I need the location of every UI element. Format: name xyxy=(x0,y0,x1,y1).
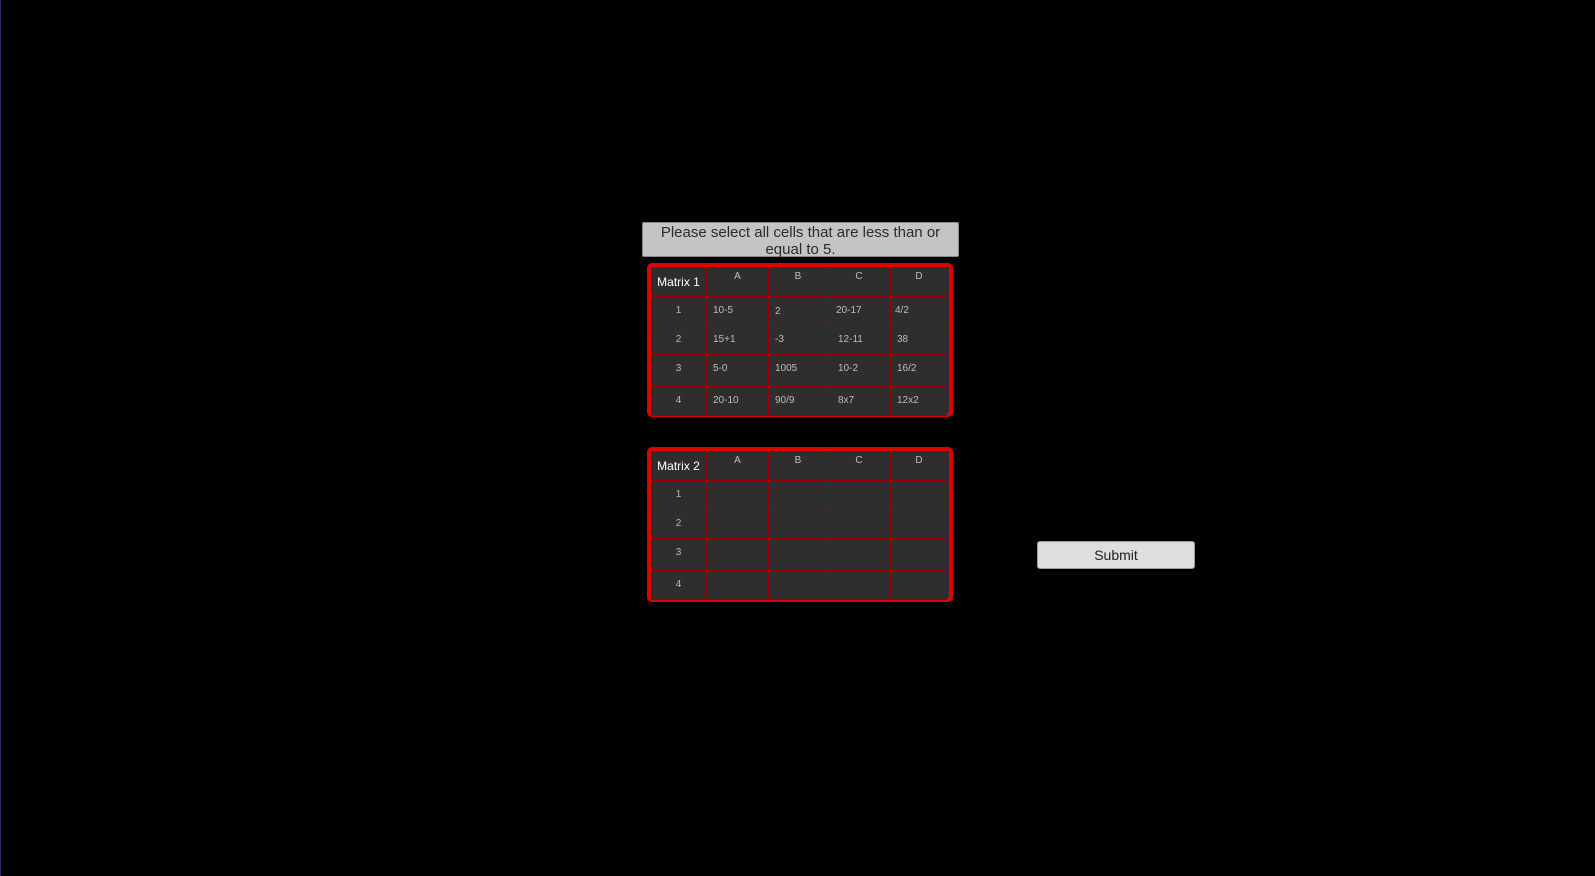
matrix-2-cell-a1[interactable] xyxy=(707,481,769,510)
matrix-1-cell-d3[interactable]: 16/2 xyxy=(891,355,947,387)
matrix-1-cell-d1[interactable]: 4/2 xyxy=(891,297,947,326)
matrix-1-cell-a4[interactable]: 20-10 xyxy=(707,387,769,416)
matrix-2-cell-d4[interactable] xyxy=(891,571,947,600)
matrix-2-cell-b3[interactable] xyxy=(769,539,828,571)
matrix-2-row-header-2: 2 xyxy=(651,510,707,539)
instruction-text: Please select all cells that are less th… xyxy=(660,224,941,258)
instruction-banner: Please select all cells that are less th… xyxy=(642,222,959,258)
matrix-2-col-header-a: A xyxy=(707,451,769,481)
matrix-1-grid: Matrix 1 A B C D 1 10-5 2 20-17 4/2 2 15… xyxy=(651,267,949,416)
submit-button[interactable]: Submit xyxy=(1037,541,1195,569)
matrix-2-cell-b4[interactable] xyxy=(769,571,828,600)
matrix-1-col-header-b: B xyxy=(769,267,828,297)
matrix-1-cell-c2[interactable]: 12-11 xyxy=(828,326,891,355)
matrix-1-cell-a1[interactable]: 10-5 xyxy=(707,297,769,326)
matrix-2-cell-c2[interactable] xyxy=(828,510,891,539)
matrix-2-cell-a3[interactable] xyxy=(707,539,769,571)
matrix-1-title: Matrix 1 xyxy=(651,267,707,297)
matrix-2-cell-d1[interactable] xyxy=(891,481,947,510)
matrix-2-grid: Matrix 2 A B C D 1 2 3 4 xyxy=(651,451,949,600)
matrix-2-col-header-c: C xyxy=(828,451,891,481)
matrix-1-cell-b3[interactable]: 1005 xyxy=(769,355,828,387)
matrix-2-col-header-b: B xyxy=(769,451,828,481)
matrix-1-panel: Matrix 1 A B C D 1 10-5 2 20-17 4/2 2 15… xyxy=(647,263,953,417)
task-screen: Please select all cells that are less th… xyxy=(0,0,1595,876)
matrix-2-cell-c1[interactable] xyxy=(828,481,891,510)
matrix-2-cell-c4[interactable] xyxy=(828,571,891,600)
matrix-1-row-header-2: 2 xyxy=(651,326,707,355)
matrix-1-cell-c4[interactable]: 8x7 xyxy=(828,387,891,416)
matrix-2-col-header-d: D xyxy=(891,451,947,481)
matrix-2-cell-a2[interactable] xyxy=(707,510,769,539)
matrix-1-cell-a3[interactable]: 5-0 xyxy=(707,355,769,387)
matrix-1-cell-d2[interactable]: 38 xyxy=(891,326,947,355)
matrix-1-cell-d4[interactable]: 12x2 xyxy=(891,387,947,416)
matrix-1-row-header-1: 1 xyxy=(651,297,707,326)
matrix-1-col-header-a: A xyxy=(707,267,769,297)
matrix-2-cell-b2[interactable] xyxy=(769,510,828,539)
matrix-1-cell-a2[interactable]: 15+1 xyxy=(707,326,769,355)
matrix-2-cell-a4[interactable] xyxy=(707,571,769,600)
matrix-2-cell-d2[interactable] xyxy=(891,510,947,539)
matrix-1-col-header-c: C xyxy=(828,267,891,297)
matrix-2-row-header-1: 1 xyxy=(651,481,707,510)
matrix-2-row-header-4: 4 xyxy=(651,571,707,600)
matrix-1-cell-b2[interactable]: -3 xyxy=(769,326,828,355)
matrix-1-cell-b1[interactable]: 2 xyxy=(769,297,828,326)
matrix-2-panel: Matrix 2 A B C D 1 2 3 4 xyxy=(647,447,953,602)
matrix-1-row-header-4: 4 xyxy=(651,387,707,416)
matrix-1-cell-c1[interactable]: 20-17 xyxy=(828,297,891,326)
matrix-2-cell-c3[interactable] xyxy=(828,539,891,571)
matrix-1-row-header-3: 3 xyxy=(651,355,707,387)
matrix-2-cell-d3[interactable] xyxy=(891,539,947,571)
matrix-1-col-header-d: D xyxy=(891,267,947,297)
matrix-2-cell-b1[interactable] xyxy=(769,481,828,510)
matrix-1-cell-b4[interactable]: 90/9 xyxy=(769,387,828,416)
matrix-2-row-header-3: 3 xyxy=(651,539,707,571)
matrix-1-cell-c3[interactable]: 10-2 xyxy=(828,355,891,387)
matrix-2-title: Matrix 2 xyxy=(651,451,707,481)
